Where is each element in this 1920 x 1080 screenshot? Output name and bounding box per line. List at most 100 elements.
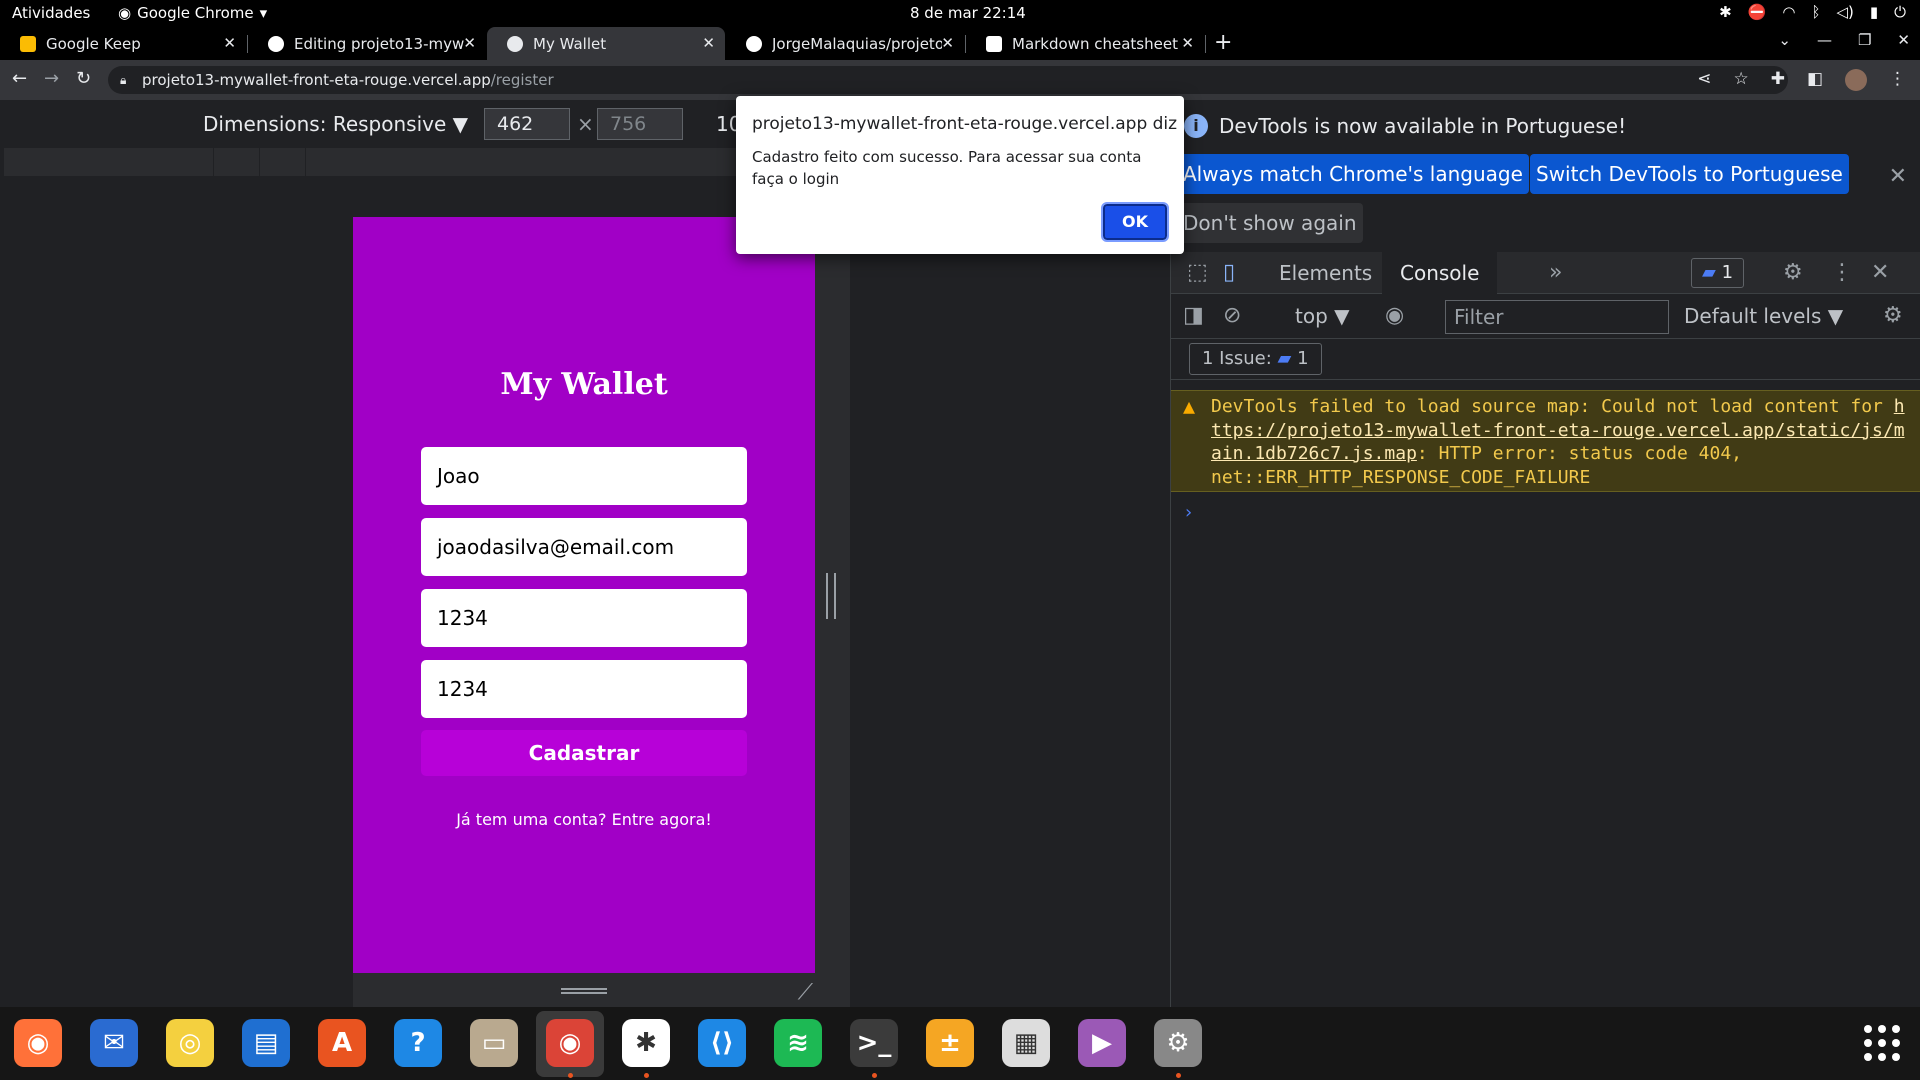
tab-google-keep[interactable]: Google Keep ✕ [0, 27, 246, 60]
dont-show-again-button[interactable]: Don't show again [1177, 203, 1363, 243]
minimize-icon[interactable]: — [1817, 31, 1832, 49]
thunderbird-dock-icon[interactable]: ✉ [90, 1019, 138, 1067]
app-viewport: My Wallet Joao joaodasilva@email.com 123… [353, 217, 815, 973]
dimensions-label: Dimensions: Responsive [203, 112, 447, 136]
terminal-dock-icon[interactable]: >_ [850, 1019, 898, 1067]
more-tabs-icon[interactable]: » [1549, 260, 1562, 285]
register-button[interactable]: Cadastrar [421, 730, 747, 776]
console-prompt-icon[interactable]: › [1185, 502, 1192, 523]
do-not-disturb-icon: ⛔ [1747, 3, 1767, 21]
clock[interactable]: 8 de mar 22:14 [910, 4, 1026, 22]
system-tray[interactable]: ✱ ⛔ ◠ ᛒ ◁) ▮ ⏻ [1719, 3, 1906, 21]
close-tab-icon[interactable]: ✕ [463, 34, 476, 52]
name-input[interactable]: Joao [421, 447, 747, 505]
vscode-dock-icon[interactable]: ⟨⟩ [698, 1019, 746, 1067]
live-expression-eye-icon[interactable]: ◉ [1385, 303, 1404, 328]
reload-icon[interactable]: ↻ [76, 68, 91, 89]
switch-to-portuguese-button[interactable]: Switch DevTools to Portuguese [1530, 154, 1849, 194]
close-tab-icon[interactable]: ✕ [223, 34, 236, 52]
files-dock-icon[interactable]: ▭ [470, 1019, 518, 1067]
login-link[interactable]: Já tem uma conta? Entre agora! [353, 810, 815, 829]
extensions-icon[interactable]: ✚ [1771, 69, 1785, 91]
bookmark-star-icon[interactable]: ☆ [1733, 69, 1748, 91]
always-match-language-button[interactable]: Always match Chrome's language [1177, 154, 1529, 194]
warning-text: DevTools failed to load source map: Coul… [1211, 395, 1911, 489]
tab-console[interactable]: Console [1382, 252, 1498, 294]
close-tab-icon[interactable]: ✕ [941, 34, 954, 52]
slack-dock-icon[interactable]: ✱ [622, 1019, 670, 1067]
close-window-icon[interactable]: ✕ [1897, 31, 1910, 49]
app-menu[interactable]: ◉ Google Chrome ▾ [118, 4, 267, 22]
calculator-dock-icon[interactable]: ± [926, 1019, 974, 1067]
settings-dock-icon[interactable]: ⚙ [1154, 1019, 1202, 1067]
close-devtools-icon[interactable]: ✕ [1871, 260, 1889, 285]
url-path: /register [490, 71, 554, 89]
tab-markdown-cheatsheet[interactable]: Markdown cheatsheet ✕ [966, 27, 1204, 60]
clear-console-icon[interactable]: ⊘ [1223, 303, 1241, 328]
running-indicator [644, 1073, 649, 1078]
devtools-menu-icon[interactable]: ⋮ [1831, 260, 1853, 285]
tab-my-wallet[interactable]: My Wallet ✕ [487, 27, 725, 60]
inspect-element-icon[interactable]: ⬚ [1187, 260, 1208, 285]
tab-jorgemalaquias-projeto13[interactable]: JorgeMalaquias/projeto13 ✕ [726, 27, 964, 60]
url-host: projeto13-mywallet-front-eta-rouge.verce… [142, 71, 491, 89]
console-filter-input[interactable]: Filter [1445, 300, 1669, 334]
github-favicon-icon [746, 35, 762, 52]
issues-counter[interactable]: ▰ 1 [1691, 258, 1745, 288]
lock-icon[interactable]: 🔒︎ [120, 66, 126, 94]
new-tab-icon[interactable]: + [1214, 30, 1232, 55]
rhythmbox-dock-icon[interactable]: ◎ [166, 1019, 214, 1067]
battery-icon: ▮ [1869, 3, 1879, 21]
media-query-bar[interactable] [4, 148, 736, 176]
bluetooth-icon: ᛒ [1811, 3, 1821, 21]
show-applications-icon[interactable] [1864, 1025, 1900, 1061]
back-icon[interactable]: ← [12, 68, 27, 89]
running-indicator [568, 1073, 573, 1078]
chrome-menu-icon[interactable]: ⋮ [1889, 69, 1906, 91]
writer-dock-icon[interactable]: ▤ [242, 1019, 290, 1067]
close-tab-icon[interactable]: ✕ [702, 34, 715, 52]
viewport-resize-handle-bottom[interactable]: ⟋ [353, 973, 815, 1007]
share-icon[interactable]: ⋖ [1697, 69, 1711, 91]
issues-button[interactable]: 1 Issue: ▰ 1 [1189, 343, 1322, 375]
restore-icon[interactable]: ❐ [1858, 31, 1871, 49]
document-viewer-dock-icon[interactable]: ▦ [1002, 1019, 1050, 1067]
tab-strip: Google Keep ✕ Editing projeto13-mywallet… [0, 27, 1920, 60]
resize-corner-icon[interactable]: ⟋ [798, 980, 813, 1005]
chrome-dock-icon[interactable]: ◉ [546, 1019, 594, 1067]
width-input[interactable]: 462 [484, 108, 570, 140]
height-input[interactable]: 756 [597, 108, 683, 140]
tab-search-icon[interactable]: ⌄ [1778, 31, 1791, 49]
device-toggle-icon[interactable]: ▯ [1223, 260, 1235, 285]
console-toolbar: ◨ ⊘ top ▼ ◉ Filter Default levels ▼ ⚙ [1171, 295, 1920, 339]
firefox-dock-icon[interactable]: ◉ [14, 1019, 62, 1067]
tab-editing-projeto13[interactable]: Editing projeto13-mywallet ✕ [248, 27, 486, 60]
dimensions-select[interactable]: Dimensions: Responsive ▼ [203, 112, 468, 136]
sidebar-toggle-icon[interactable]: ◨ [1183, 303, 1204, 328]
issues-row: 1 Issue: ▰ 1 [1171, 340, 1920, 380]
tab-elements[interactable]: Elements [1261, 252, 1390, 294]
password-input[interactable]: 1234 [421, 589, 747, 647]
viewport-resize-handle-right[interactable] [815, 217, 850, 1007]
activities-button[interactable]: Atividades [12, 4, 90, 22]
email-input[interactable]: joaodasilva@email.com [421, 518, 747, 576]
console-warning: ▲ DevTools failed to load source map: Co… [1171, 390, 1920, 492]
close-tab-icon[interactable]: ✕ [1181, 34, 1194, 52]
alert-ok-button[interactable]: OK [1101, 202, 1169, 242]
address-bar[interactable]: 🔒︎ projeto13-mywallet-front-eta-rouge.ve… [108, 66, 1788, 94]
video-dock-icon[interactable]: ▶ [1078, 1019, 1126, 1067]
confirm-password-input[interactable]: 1234 [421, 660, 747, 718]
context-select[interactable]: top ▼ [1295, 304, 1350, 328]
console-settings-icon[interactable]: ⚙ [1883, 303, 1903, 328]
markdown-favicon-icon [986, 35, 1002, 52]
spotify-dock-icon[interactable]: ≋ [774, 1019, 822, 1067]
forward-icon[interactable]: → [44, 68, 59, 89]
side-panel-icon[interactable]: ◧ [1807, 69, 1823, 91]
help-dock-icon[interactable]: ? [394, 1019, 442, 1067]
software-dock-icon[interactable]: A [318, 1019, 366, 1067]
profile-avatar[interactable] [1845, 69, 1867, 91]
log-levels-select[interactable]: Default levels ▼ [1684, 304, 1843, 328]
close-infobar-icon[interactable]: ✕ [1889, 164, 1907, 189]
settings-gear-icon[interactable]: ⚙ [1783, 260, 1803, 285]
app-menu-label: Google Chrome [137, 4, 254, 22]
